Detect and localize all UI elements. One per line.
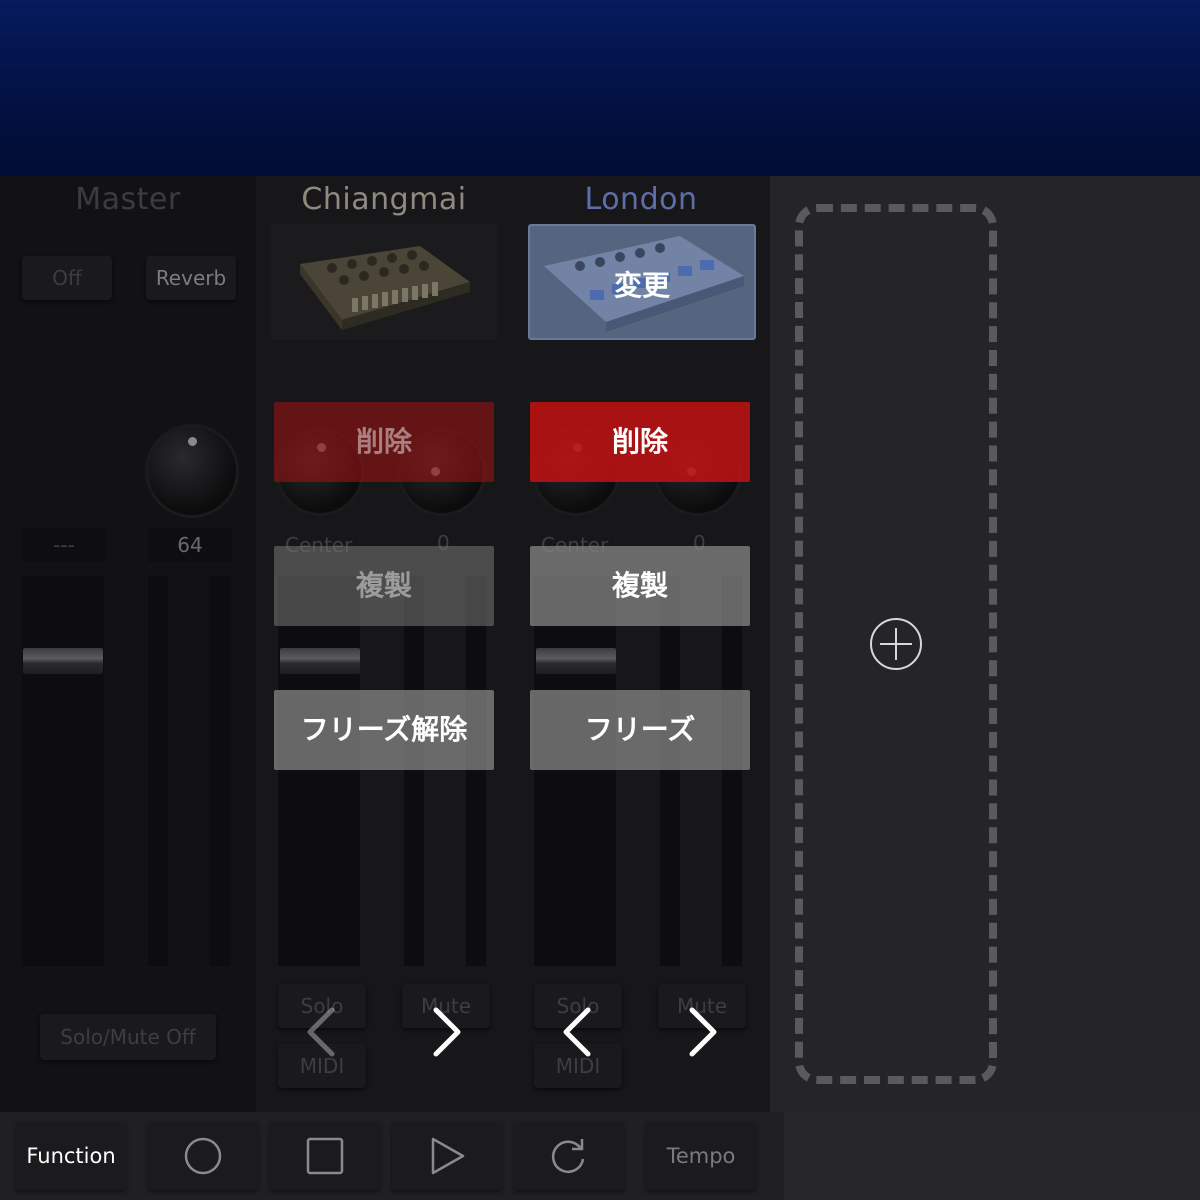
loop-button[interactable] (514, 1122, 624, 1190)
meter-left (404, 576, 424, 966)
chevron-right-icon[interactable] (672, 1002, 732, 1062)
chevron-left-icon[interactable] (292, 1002, 352, 1062)
function-button[interactable]: Function (16, 1122, 126, 1190)
channel-strip-london: London 変更 Center 0 Solo Mute MIDI (512, 176, 770, 1112)
channel-strip-chiangmai: Chiangmai Center 0 Solo Mute MIDI (256, 176, 512, 1112)
master-fader-cap[interactable] (23, 648, 103, 674)
master-fader-track[interactable] (22, 576, 104, 966)
change-button[interactable]: 変更 (530, 264, 754, 304)
channel-name: Chiangmai (301, 182, 467, 217)
meter-left (660, 576, 680, 966)
master-strip: Master Off Reverb --- 64 Solo/Mute Off (0, 176, 256, 1112)
freeze-button-london[interactable]: フリーズ (530, 690, 750, 770)
meter-right (722, 576, 742, 966)
duplicate-button-london[interactable]: 複製 (530, 546, 750, 626)
master-right-value: 64 (148, 528, 232, 562)
duplicate-button-chiangmai[interactable]: 複製 (274, 546, 494, 626)
fader-cap[interactable] (536, 648, 616, 674)
channel-name: London (584, 182, 698, 217)
synth-image-icon (300, 246, 470, 330)
record-icon (184, 1137, 222, 1175)
stop-button[interactable] (270, 1122, 380, 1190)
bottom-toolbar: Function Tempo (0, 1112, 784, 1200)
delete-button-chiangmai[interactable]: 削除 (274, 402, 494, 482)
mixer-panel: Master Off Reverb --- 64 Solo/Mute Off C… (0, 176, 770, 1112)
meter-right (466, 576, 486, 966)
play-icon (431, 1137, 465, 1175)
instrument-thumbnail[interactable]: 変更 (528, 224, 756, 340)
master-left-value: --- (22, 528, 106, 562)
fader-track[interactable] (534, 576, 616, 966)
loop-icon (551, 1139, 585, 1173)
fader-cap[interactable] (280, 648, 360, 674)
top-bar (0, 0, 1200, 176)
chevron-left-icon[interactable] (548, 1002, 608, 1062)
chevron-right-icon[interactable] (416, 1002, 476, 1062)
instrument-thumbnail[interactable] (270, 224, 498, 340)
play-button[interactable] (392, 1122, 502, 1190)
unfreeze-button-chiangmai[interactable]: フリーズ解除 (274, 690, 494, 770)
reverb-button[interactable]: Reverb (146, 256, 236, 300)
off-button[interactable]: Off (22, 256, 112, 300)
record-button[interactable] (148, 1122, 258, 1190)
fader-track[interactable] (278, 576, 360, 966)
stop-icon (306, 1137, 344, 1175)
add-icon[interactable] (869, 617, 923, 671)
master-meter-right (210, 576, 230, 966)
master-name: Master (75, 182, 181, 217)
solo-mute-off-button[interactable]: Solo/Mute Off (40, 1014, 216, 1060)
delete-button-london[interactable]: 削除 (530, 402, 750, 482)
tempo-button[interactable]: Tempo (646, 1122, 756, 1190)
toolbar-right-area (784, 1112, 1200, 1200)
reverb-knob[interactable] (145, 424, 239, 518)
master-meter-left (148, 576, 168, 966)
